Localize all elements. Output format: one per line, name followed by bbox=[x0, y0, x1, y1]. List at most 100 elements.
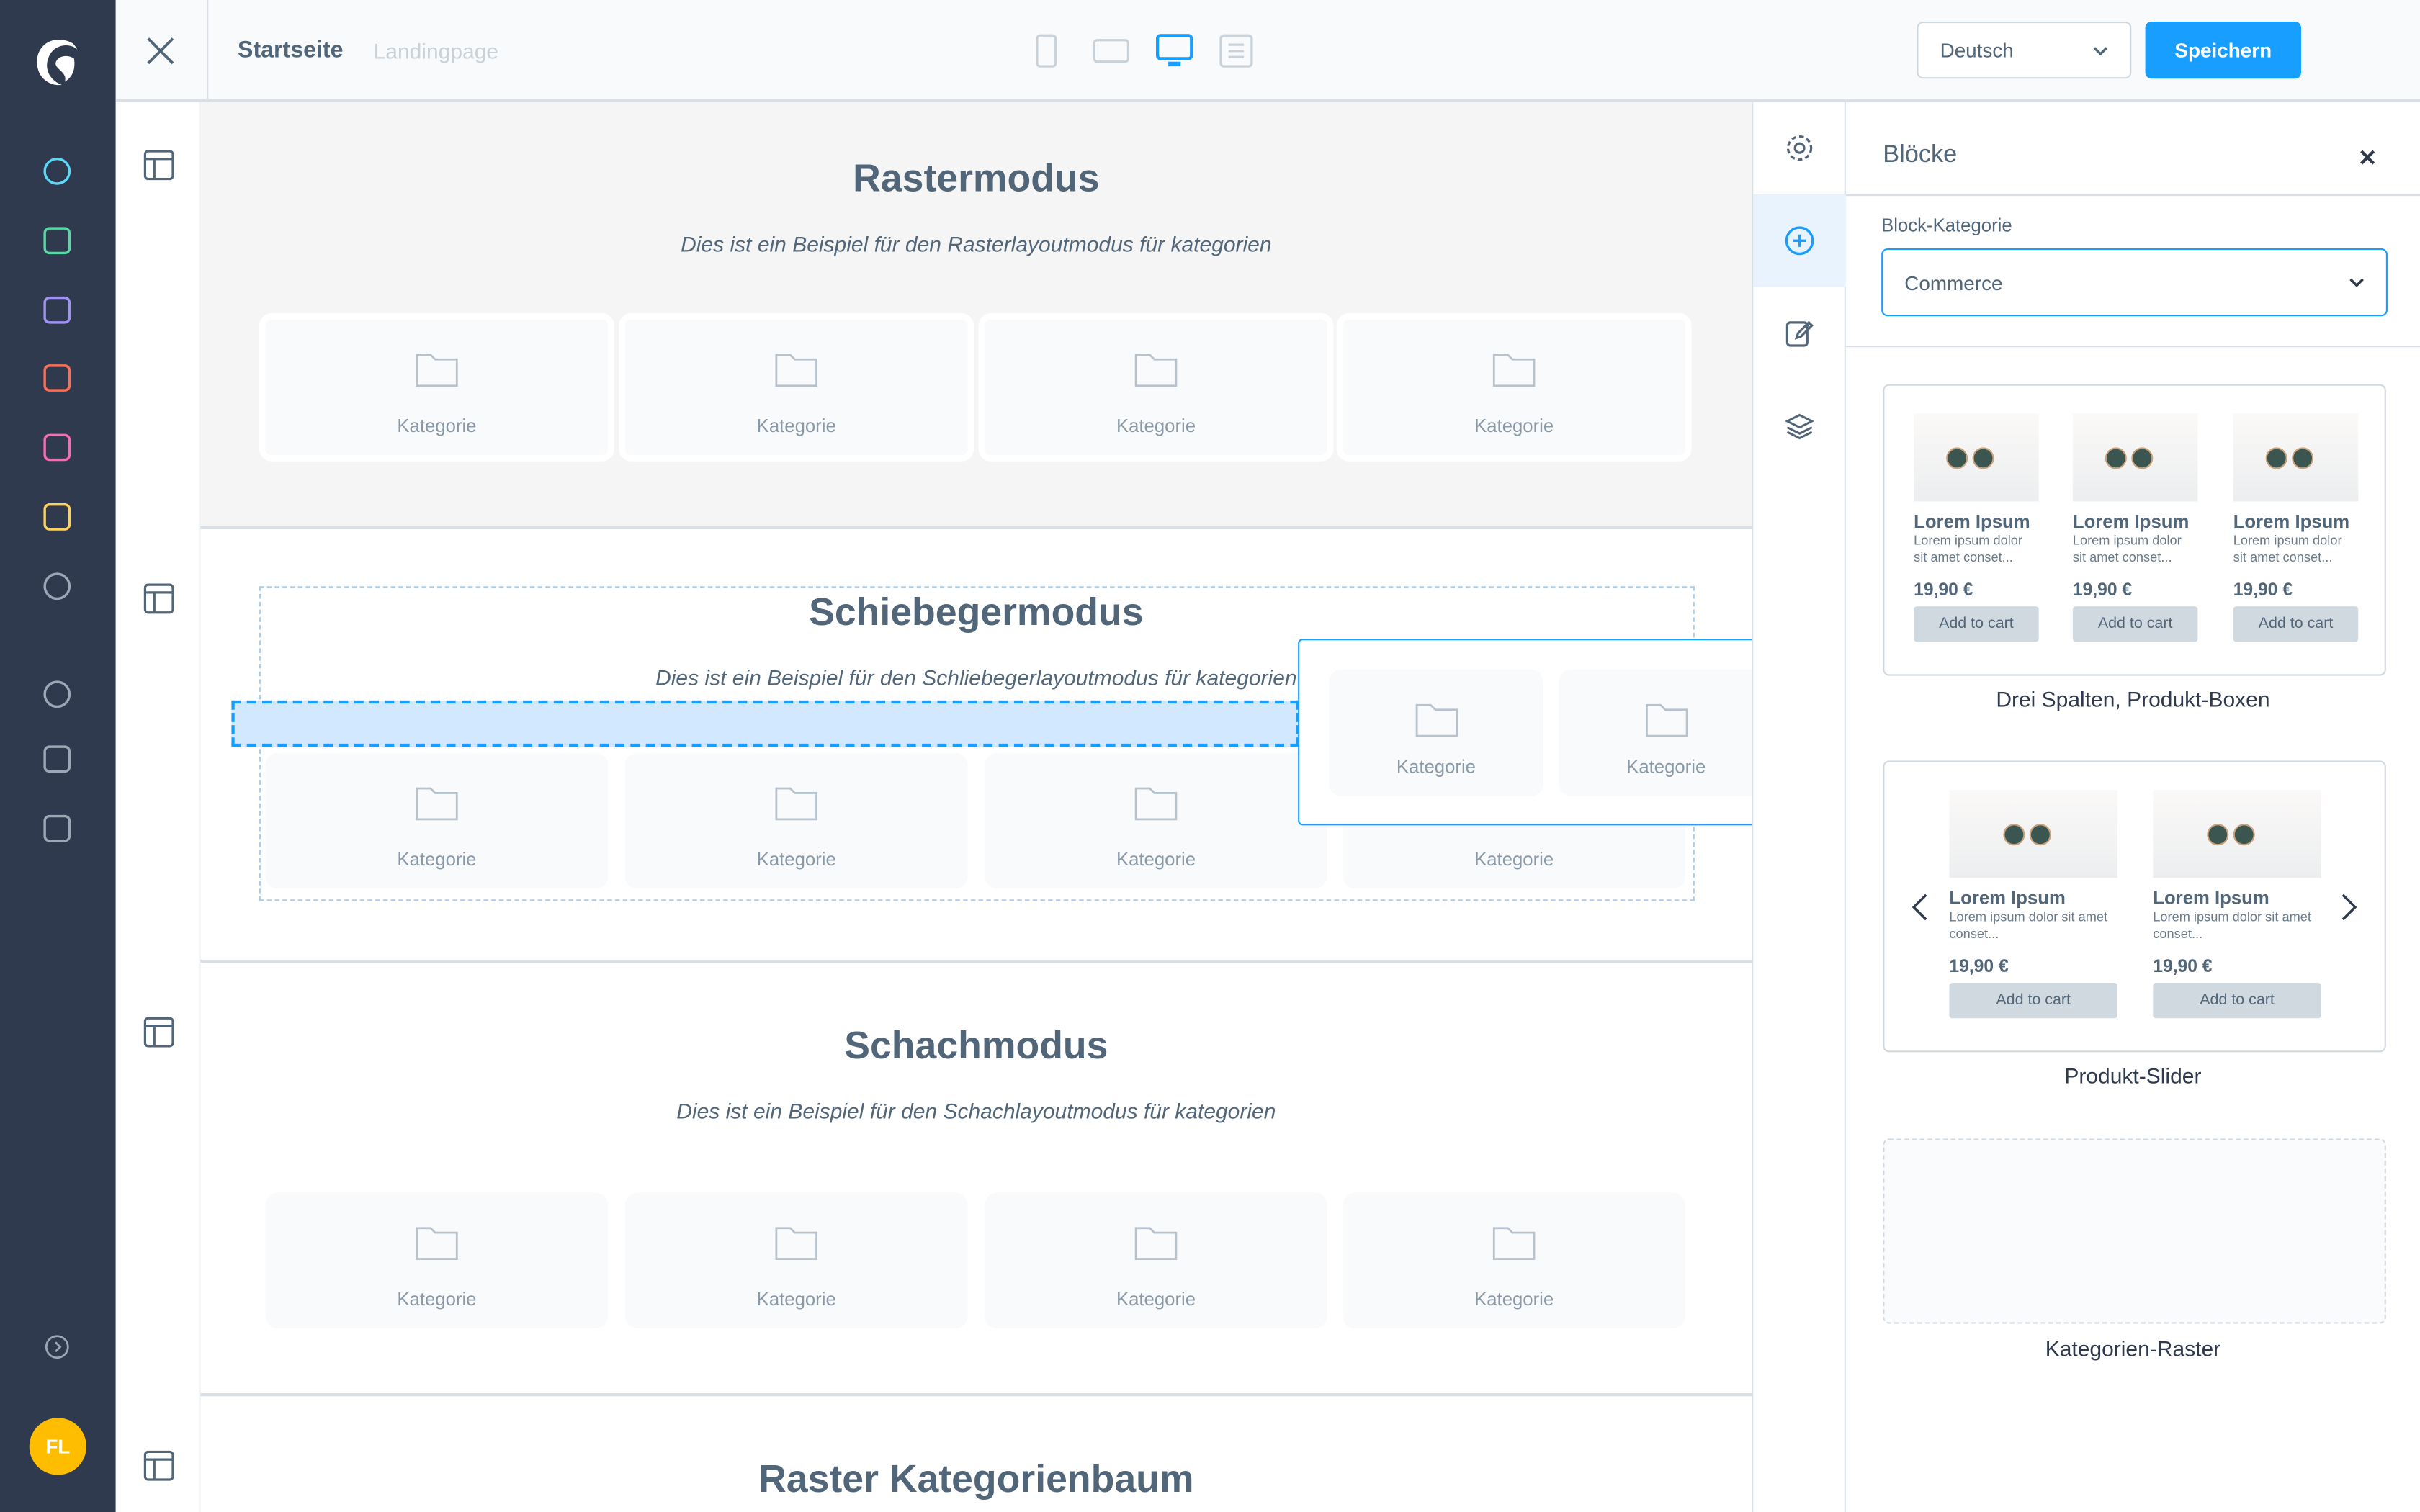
product-description: Lorem ipsum dolor sit amet conset... bbox=[1914, 532, 2022, 565]
close-icon[interactable] bbox=[2360, 150, 2375, 165]
folder-icon bbox=[1134, 1223, 1178, 1260]
block-product-slider[interactable]: Lorem Ipsum Lorem ipsum dolor sit amet co… bbox=[1883, 760, 2386, 1053]
category-card[interactable]: Kategorie bbox=[624, 752, 968, 889]
folder-icon bbox=[415, 350, 458, 387]
list-icon[interactable] bbox=[1219, 34, 1253, 68]
category-card[interactable]: Kategorie bbox=[985, 752, 1327, 889]
category-label: Kategorie bbox=[756, 1288, 836, 1310]
section-layout-icon[interactable] bbox=[143, 1450, 174, 1489]
add-to-cart-button: Add to cart bbox=[1949, 983, 2118, 1019]
category-label: Kategorie bbox=[1116, 1288, 1196, 1310]
product-box: Lorem Ipsum Lorem ipsum dolor sit amet co… bbox=[1949, 790, 2118, 1019]
save-button[interactable]: Speichern bbox=[2145, 22, 2301, 79]
customers-icon[interactable] bbox=[40, 361, 74, 395]
category-card[interactable]: Kategorie bbox=[265, 752, 609, 889]
product-description: Lorem ipsum dolor sit amet conset... bbox=[2233, 532, 2342, 565]
dashboard-icon[interactable] bbox=[40, 154, 74, 188]
section-layout-icon[interactable] bbox=[143, 1017, 174, 1056]
section-rastermodus[interactable]: Rastermodus Dies ist ein Beispiel für de… bbox=[200, 102, 1752, 529]
orders-icon[interactable] bbox=[40, 293, 74, 327]
divider bbox=[1845, 346, 2420, 348]
section-raster-kategorienbaum[interactable]: Raster Kategorienbaum bbox=[201, 1396, 1752, 1512]
section-description: Dies ist ein Beispiel für den Schachlayo… bbox=[676, 1098, 1276, 1123]
blocks-panel: Blöcke Block-Kategorie Commerce Lorem Ip… bbox=[1845, 102, 2420, 1512]
add-to-cart-button: Add to cart bbox=[2072, 606, 2198, 642]
product-description: Lorem ipsum dolor sit amet conset... bbox=[2072, 532, 2182, 565]
settings-icon[interactable] bbox=[40, 570, 74, 603]
drag-preview[interactable]: Kategorie Kategorie bbox=[1298, 639, 1801, 826]
mobile-icon[interactable] bbox=[1036, 34, 1057, 68]
store-icon[interactable] bbox=[40, 742, 74, 776]
collapse-sidebar-icon[interactable] bbox=[45, 1335, 69, 1359]
section-schachmodus[interactable]: Schachmodus Dies ist ein Beispiel für de… bbox=[200, 963, 1752, 1397]
section-title: Raster Kategorienbaum bbox=[758, 1457, 1194, 1501]
folder-icon bbox=[1415, 701, 1458, 737]
block-caption: Drei Spalten, Produkt-Boxen bbox=[1996, 686, 2270, 711]
category-card[interactable]: Kategorie bbox=[1329, 670, 1543, 796]
category-card[interactable]: Kategorie bbox=[265, 1192, 609, 1328]
add-to-cart-button: Add to cart bbox=[1914, 606, 2039, 642]
marketing-icon[interactable] bbox=[40, 500, 74, 534]
close-icon[interactable] bbox=[147, 37, 175, 65]
top-bar: Startseite Landingpage Deutsch Speichern bbox=[115, 0, 2420, 102]
block-caption: Kategorien-Raster bbox=[2045, 1336, 2221, 1361]
sunglasses-lens bbox=[2130, 447, 2153, 469]
category-card[interactable]: Kategorie bbox=[1336, 313, 1692, 462]
basket-icon[interactable] bbox=[40, 811, 74, 845]
tab-blocks[interactable] bbox=[1753, 194, 1846, 287]
product-name: Lorem Ipsum bbox=[1949, 887, 2066, 909]
desktop-icon[interactable] bbox=[1156, 34, 1193, 68]
plus-circle-icon[interactable] bbox=[40, 678, 74, 711]
category-label: Kategorie bbox=[1474, 1288, 1554, 1310]
folder-icon bbox=[415, 1223, 458, 1260]
category-card[interactable]: Kategorie bbox=[259, 313, 614, 462]
tab-settings[interactable] bbox=[1753, 102, 1846, 194]
category-label: Kategorie bbox=[397, 415, 477, 437]
category-label: Kategorie bbox=[1626, 756, 1706, 778]
section-toolbar bbox=[115, 102, 201, 1512]
folder-icon bbox=[775, 1223, 818, 1260]
language-select[interactable]: Deutsch bbox=[1917, 22, 2132, 79]
chevron-right-icon bbox=[2341, 894, 2357, 921]
chevron-left-icon bbox=[1912, 894, 1927, 921]
product-name: Lorem Ipsum bbox=[2153, 887, 2269, 909]
section-layout-icon[interactable] bbox=[143, 150, 174, 189]
sunglasses-lens bbox=[1945, 447, 1968, 469]
block-category-select[interactable]: Commerce bbox=[1881, 248, 2388, 317]
tab-edit[interactable] bbox=[1753, 287, 1846, 380]
category-card[interactable]: Kategorie bbox=[619, 313, 974, 462]
avatar[interactable]: FL bbox=[29, 1418, 87, 1475]
section-title: Schachmodus bbox=[844, 1024, 1108, 1068]
tablet-icon[interactable] bbox=[1093, 39, 1130, 63]
category-card[interactable]: Kategorie bbox=[978, 313, 1334, 462]
folder-icon bbox=[1134, 784, 1178, 821]
catalog-icon[interactable] bbox=[40, 224, 74, 258]
product-image bbox=[1949, 790, 2118, 878]
block-category-grid[interactable] bbox=[1883, 1138, 2386, 1324]
shopware-logo[interactable] bbox=[31, 34, 84, 86]
block-three-columns-product-boxes[interactable]: Lorem Ipsum Lorem ipsum dolor sit amet co… bbox=[1883, 384, 2386, 676]
content-icon[interactable] bbox=[40, 431, 74, 464]
divider bbox=[1845, 194, 2420, 197]
product-name: Lorem Ipsum bbox=[1914, 510, 2030, 533]
folder-icon bbox=[415, 784, 458, 821]
category-label: Kategorie bbox=[1474, 415, 1554, 437]
tab-layers[interactable] bbox=[1753, 379, 1846, 472]
category-card[interactable]: Kategorie bbox=[985, 1192, 1327, 1328]
category-label: Kategorie bbox=[1116, 415, 1196, 437]
layers-icon bbox=[1785, 413, 1815, 440]
folder-icon bbox=[1644, 701, 1688, 737]
folder-icon bbox=[1492, 1223, 1536, 1260]
divider bbox=[207, 0, 209, 102]
product-price: 19,90 € bbox=[1914, 581, 1973, 600]
folder-icon bbox=[775, 784, 818, 821]
category-label: Kategorie bbox=[756, 848, 836, 870]
category-card[interactable]: Kategorie bbox=[1559, 670, 1774, 796]
category-card[interactable]: Kategorie bbox=[1343, 1192, 1685, 1328]
category-label: Kategorie bbox=[1116, 848, 1196, 870]
product-image bbox=[1914, 413, 2039, 502]
category-card[interactable]: Kategorie bbox=[624, 1192, 968, 1328]
section-layout-icon[interactable] bbox=[143, 583, 174, 622]
sunglasses-lens bbox=[2028, 824, 2051, 846]
section-title: Rastermodus bbox=[853, 157, 1100, 201]
